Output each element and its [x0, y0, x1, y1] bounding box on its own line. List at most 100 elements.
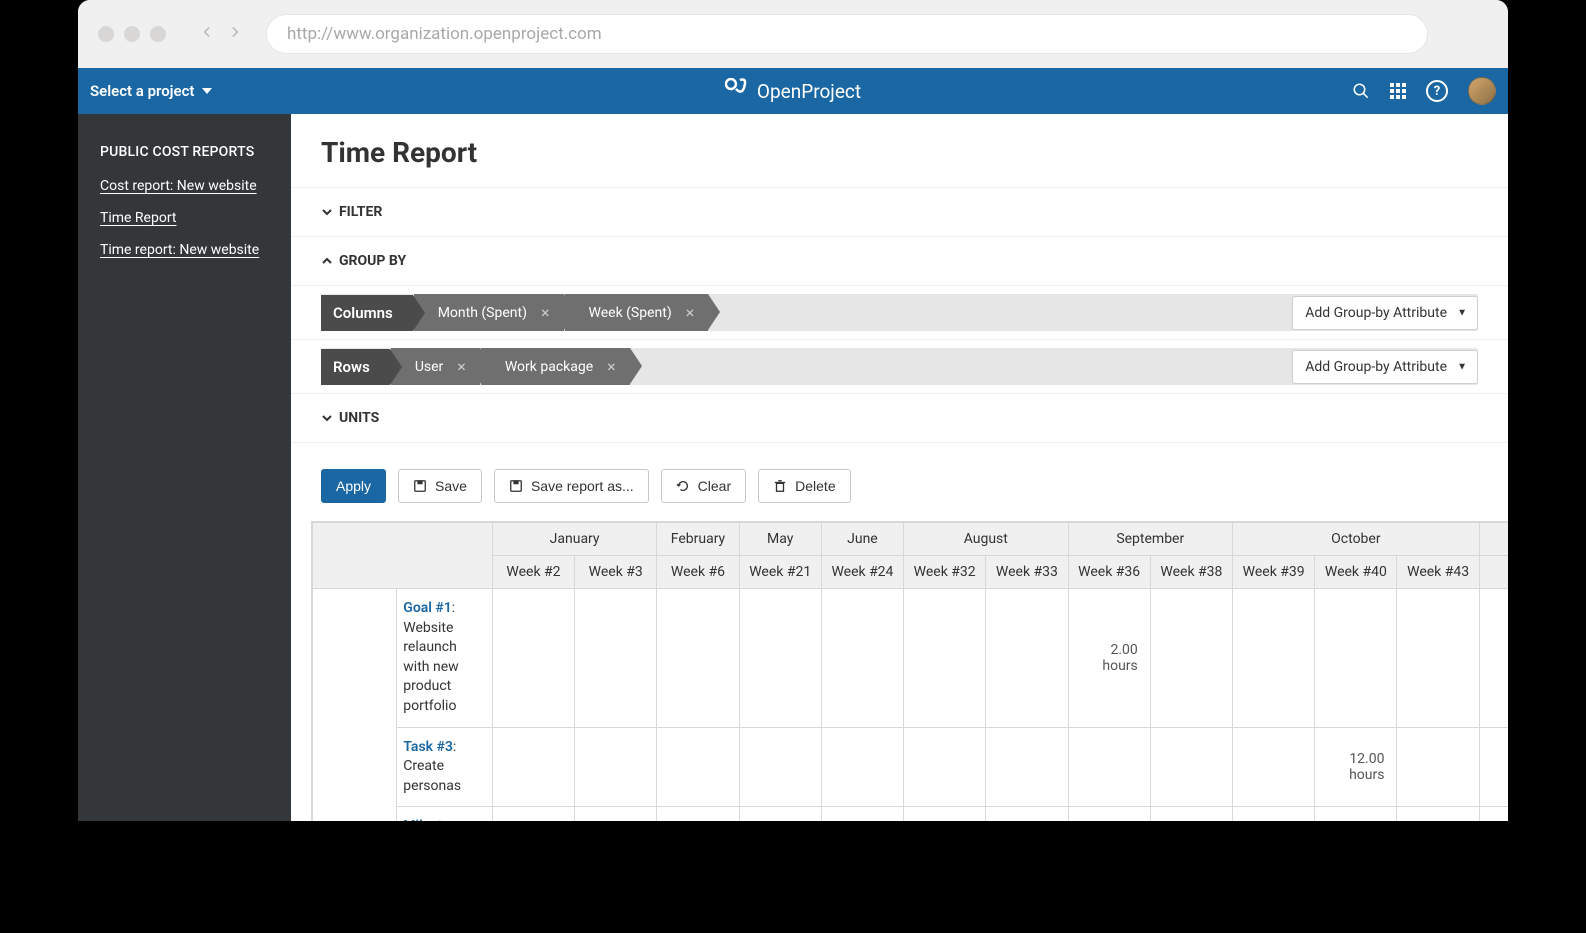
value-cell	[1397, 727, 1479, 807]
sidebar-link-cost-report-new-website[interactable]: Cost report: New website	[100, 178, 269, 194]
value-cell	[1150, 807, 1232, 821]
value-cell	[739, 589, 821, 728]
save-icon	[413, 479, 427, 493]
save-as-label: Save report as...	[531, 478, 634, 494]
add-row-attribute-dropdown[interactable]: Add Group-by Attribute	[1292, 350, 1478, 384]
week-header: Week #24	[821, 556, 903, 589]
apps-menu-button[interactable]	[1390, 83, 1406, 99]
units-section-toggle[interactable]: UNITS	[321, 404, 1478, 432]
columns-chip-row: Columns Month (Spent) × Week (Spent) × A…	[321, 294, 1478, 331]
value-cell	[739, 727, 821, 807]
apply-button[interactable]: Apply	[321, 469, 386, 503]
user-avatar[interactable]	[1468, 77, 1496, 105]
value-cell	[904, 727, 986, 807]
value-cell	[821, 727, 903, 807]
week-header: Week #21	[739, 556, 821, 589]
app-topbar: Select a project OpenProject ?	[78, 68, 1508, 114]
minimize-window[interactable]	[124, 26, 140, 42]
work-package-cell[interactable]: Task #3: Create personas	[397, 727, 493, 807]
value-cell	[1479, 807, 1508, 821]
chevron-down-icon	[321, 412, 333, 424]
row-chip-user[interactable]: User ×	[391, 348, 480, 385]
chevron-down-icon	[321, 206, 333, 218]
remove-chip-icon[interactable]: ×	[457, 357, 466, 376]
traffic-lights	[98, 26, 166, 42]
group-by-section-toggle[interactable]: GROUP BY	[321, 247, 1478, 275]
value-cell: 2.00 hours	[1068, 589, 1150, 728]
value-cell	[986, 589, 1068, 728]
value-cell	[657, 589, 739, 728]
units-section-label: UNITS	[339, 410, 379, 426]
grid-icon	[1390, 83, 1406, 99]
value-cell: 12.00 hours	[1315, 727, 1397, 807]
value-cell	[1233, 807, 1315, 821]
filter-section-label: FILTER	[339, 204, 382, 220]
chip-text: User	[415, 359, 443, 375]
week-header: W	[1479, 556, 1508, 589]
help-button[interactable]: ?	[1426, 80, 1448, 102]
main-content: Time Report FILTER GROUP BY Columns Mont…	[291, 114, 1508, 821]
add-column-attribute-dropdown[interactable]: Add Group-by Attribute	[1292, 296, 1478, 330]
column-chip-month-spent[interactable]: Month (Spent) ×	[414, 294, 564, 331]
remove-chip-icon[interactable]: ×	[607, 357, 616, 376]
clear-label: Clear	[698, 478, 731, 494]
sidebar-link-time-report[interactable]: Time Report	[100, 210, 269, 226]
value-cell	[492, 589, 574, 728]
column-chip-week-spent[interactable]: Week (Spent) ×	[565, 294, 709, 331]
value-cell	[739, 807, 821, 821]
table-row: John DoeGoal #1: Website relaunch with n…	[313, 589, 1509, 728]
month-header: October	[1233, 523, 1480, 556]
value-cell	[657, 807, 739, 821]
week-header: Week #36	[1068, 556, 1150, 589]
week-header: Week #39	[1233, 556, 1315, 589]
value-cell	[821, 589, 903, 728]
sidebar-link-time-report-new-website[interactable]: Time report: New website	[100, 242, 269, 258]
search-icon	[1352, 82, 1370, 100]
month-header: De	[1479, 523, 1508, 556]
value-cell	[986, 727, 1068, 807]
user-cell[interactable]: John Doe	[313, 589, 397, 822]
openproject-icon	[725, 78, 749, 104]
value-cell	[821, 807, 903, 821]
search-button[interactable]	[1352, 82, 1370, 100]
nav-forward-button[interactable]	[226, 23, 244, 45]
save-button[interactable]: Save	[398, 469, 482, 503]
delete-button[interactable]: Delete	[758, 469, 850, 503]
rows-chip-row: Rows User × Work package × Add Group-by …	[321, 348, 1478, 385]
value-cell	[575, 589, 657, 728]
rows-label: Rows	[321, 349, 390, 385]
value-cell	[1233, 727, 1315, 807]
remove-chip-icon[interactable]: ×	[686, 303, 695, 322]
value-cell	[986, 807, 1068, 821]
chip-text: Month (Spent)	[438, 305, 527, 321]
month-header: August	[904, 523, 1068, 556]
row-chip-work-package[interactable]: Work package ×	[481, 348, 630, 385]
filter-section-toggle[interactable]: FILTER	[321, 198, 1478, 226]
sidebar: PUBLIC COST REPORTS Cost report: New web…	[78, 114, 291, 821]
value-cell	[1315, 807, 1397, 821]
save-as-button[interactable]: Save report as...	[494, 469, 649, 503]
remove-chip-icon[interactable]: ×	[541, 303, 550, 322]
project-selector[interactable]: Select a project	[90, 82, 212, 100]
clear-button[interactable]: Clear	[661, 469, 746, 503]
value-cell	[1397, 589, 1479, 728]
week-header: Week #43	[1397, 556, 1479, 589]
brand-text: OpenProject	[757, 80, 861, 103]
url-bar[interactable]: http://www.organization.openproject.com	[266, 14, 1428, 54]
url-text: http://www.organization.openproject.com	[287, 24, 602, 44]
chip-text: Week (Spent)	[589, 305, 672, 321]
week-header: Week #33	[986, 556, 1068, 589]
report-toolbar: Apply Save Save report as... Clear Delet…	[291, 443, 1508, 521]
close-window[interactable]	[98, 26, 114, 42]
columns-label: Columns	[321, 295, 413, 331]
brand-logo[interactable]: OpenProject	[725, 78, 861, 104]
nav-back-button[interactable]	[198, 23, 216, 45]
month-header: January	[492, 523, 656, 556]
maximize-window[interactable]	[150, 26, 166, 42]
work-package-cell[interactable]: Milestone #7:	[397, 807, 493, 821]
undo-icon	[676, 479, 690, 493]
chevron-down-icon	[202, 86, 212, 96]
sidebar-heading: PUBLIC COST REPORTS	[100, 144, 269, 160]
trash-icon	[773, 479, 787, 493]
work-package-cell[interactable]: Goal #1: Website relaunch with new produ…	[397, 589, 493, 728]
